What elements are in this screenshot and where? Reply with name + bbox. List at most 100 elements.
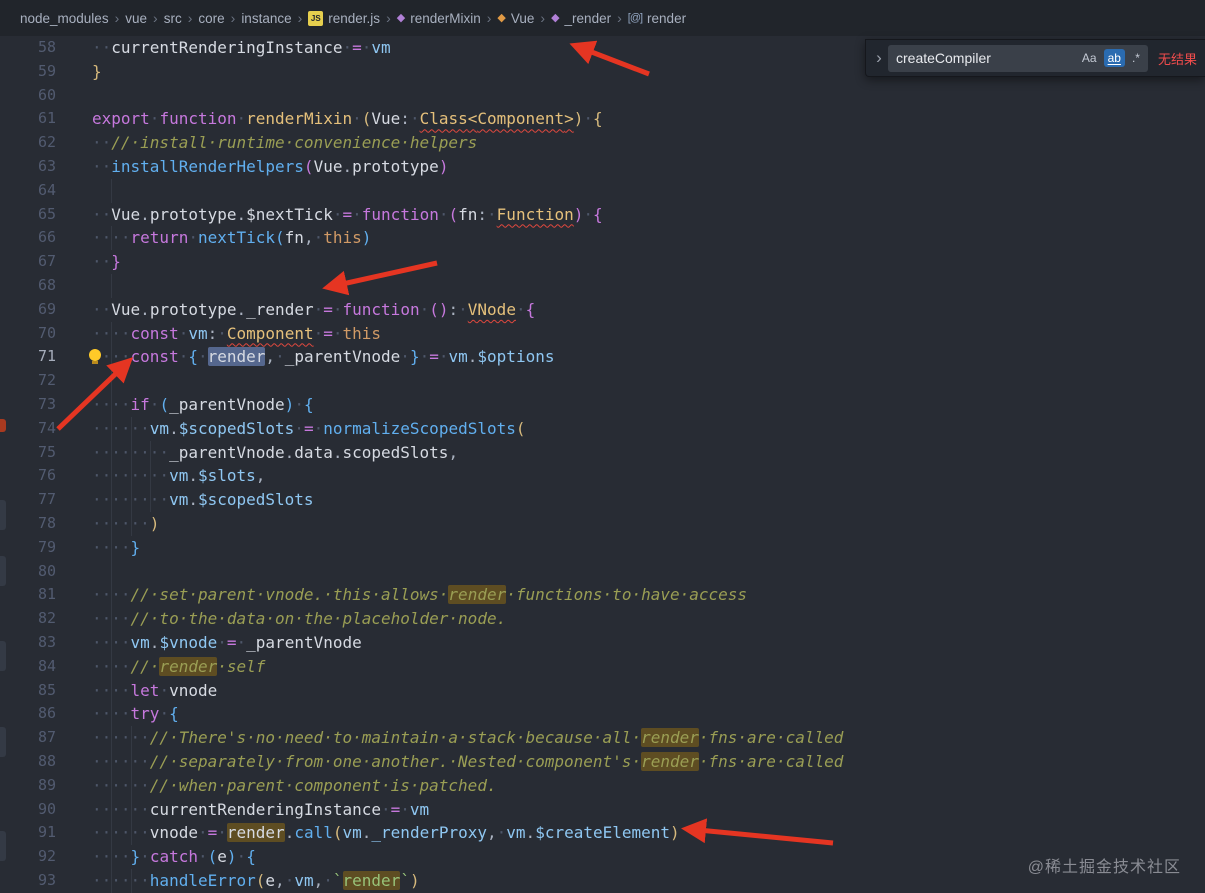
line-number: 91 [37,823,56,842]
line-number: 69 [37,299,56,318]
code-line-87[interactable]: 87 ······//·There's·no·need·to·maintain·a… [0,726,1205,750]
code-line-83[interactable]: 83 ····vm.$vnode·=·_parentVnode [0,630,1205,655]
breadcrumb-item-Vue[interactable]: ◆ Vue [497,11,534,26]
match-case-icon[interactable]: Aa [1078,49,1101,67]
line-number: 79 [37,537,56,556]
js-file-icon: JS [308,10,324,26]
breadcrumb-item-instance[interactable]: instance [241,11,291,26]
code-line-62[interactable]: 62 ··//·install·runtime·convenience·helpe… [0,131,1205,155]
code-line-68[interactable]: 68 [0,273,1205,298]
line-number: 88 [37,751,56,770]
breadcrumb-item-_render[interactable]: ◆ _render [551,11,611,26]
breadcrumb-item-render.js[interactable]: JS render.js [308,10,381,26]
breadcrumb-item-vue[interactable]: vue [125,11,147,26]
breadcrumb-separator: › [114,10,120,26]
code-line-64[interactable]: 64 [0,178,1205,203]
code-line-85[interactable]: 85 ····let·vnode [0,678,1205,703]
code-line-82[interactable]: 82 ····//·to·the·data·on·the·placeholder·… [0,607,1205,631]
line-number: 63 [37,156,56,175]
code-line-69[interactable]: 69 ··Vue.prototype._render·=·function·():… [0,298,1205,322]
code-line-67[interactable]: 67 ··} [0,250,1205,274]
symbol-field-icon: [@] [627,11,643,24]
code-line-73[interactable]: 73 ····if·(_parentVnode)·{ [0,392,1205,417]
line-number: 65 [37,204,56,223]
code-line-71[interactable]: 71 ····const·{·render,·_parentVnode·}·=·v… [0,345,1205,370]
breadcrumb-label: renderMixin [410,10,481,26]
line-number: 92 [37,847,56,866]
breadcrumb-label: vue [125,10,148,26]
breadcrumb-item-core[interactable]: core [198,11,224,26]
watermark: @稀土掘金技术社区 [1027,859,1181,876]
line-number: 71 [37,347,56,366]
find-input[interactable]: createCompiler Aa ab .* [888,44,1148,72]
toggle-replace-icon[interactable]: › [870,48,888,68]
find-widget[interactable]: › createCompiler Aa ab .* 无结果 [865,39,1205,77]
line-number: 61 [37,109,56,128]
breadcrumb-items: node_modules › vue › src › core › instance › JS ren… [20,10,686,26]
breadcrumb-label: instance [241,10,292,26]
code-lines: 58 ··currentRenderingInstance·=·vm 59} 60 61… [0,36,1205,893]
line-number: 64 [37,180,56,199]
breadcrumb-item-renderMixin[interactable]: ◆ renderMixin [397,11,481,26]
code-line-86[interactable]: 86 ····try·{ [0,702,1205,727]
breadcrumb-label: render [647,10,687,26]
code-line-63[interactable]: 63 ··installRenderHelpers(Vue.prototype) [0,155,1205,179]
regex-icon[interactable]: .* [1128,49,1144,67]
window-edge-mark [0,641,6,671]
breadcrumb-item-src[interactable]: src [164,11,182,26]
vscode-window: node_modules › vue › src › core › instance › JS ren… [0,0,1205,893]
breadcrumb: node_modules › vue › src › core › instance › JS ren… [0,0,1205,36]
line-number: 66 [37,228,56,247]
code-line-92[interactable]: 92 ····}·catch·(e)·{ [0,845,1205,869]
breadcrumb-label: render.js [328,10,381,26]
code-line-76[interactable]: 76 ········vm.$slots, [0,464,1205,489]
code-line-79[interactable]: 79 ····} [0,535,1205,560]
line-number: 78 [37,513,56,532]
code-line-80[interactable]: 80 [0,559,1205,584]
line-number: 77 [37,490,56,509]
breadcrumb-item-render[interactable]: [@] render [628,11,686,26]
breadcrumb-separator: › [230,10,236,26]
code-line-81[interactable]: 81 ····//·set·parent·vnode.·this·allows·r… [0,583,1205,608]
code-line-88[interactable]: 88 ······//·separately·from·one·another.·… [0,749,1205,774]
code-line-78[interactable]: 78 ······) [0,511,1205,536]
line-number: 73 [37,394,56,413]
window-edge-mark [0,727,6,757]
line-number: 60 [37,85,56,104]
code-line-91[interactable]: 91 ······vnode·=·render.call(vm._renderPr… [0,821,1205,846]
line-number: 81 [37,585,56,604]
line-number: 67 [37,252,56,271]
window-edge-mark [0,500,6,530]
window-edge-mark [0,556,6,586]
code-line-65[interactable]: 65 ··Vue.prototype.$nextTick·=·function·(… [0,203,1205,227]
code-line-72[interactable]: 72 [0,369,1205,393]
code-line-84[interactable]: 84 ····//·render·self [0,654,1205,679]
line-number: 83 [37,632,56,651]
line-number: 70 [37,323,56,342]
line-number: 68 [37,275,56,294]
code-line-90[interactable]: 90 ······currentRenderingInstance·=·vm [0,797,1205,822]
code-line-61[interactable]: 61 export·function·renderMixin·(Vue:·Clas… [0,107,1205,131]
lightbulb-icon[interactable] [89,349,101,365]
breadcrumb-separator: › [297,10,303,26]
code-line-93[interactable]: 93 ······handleError(e,·vm,·`render`) [0,868,1205,893]
breadcrumb-separator: › [486,10,492,26]
line-number: 87 [37,728,56,747]
code-line-75[interactable]: 75 ········_parentVnode.data.scopedSlots, [0,440,1205,465]
whole-word-icon[interactable]: ab [1103,49,1125,67]
code-line-66[interactable]: 66 ····return·nextTick(fn,·this) [0,226,1205,251]
code-line-60[interactable]: 60 [0,84,1205,108]
code-line-89[interactable]: 89 ······//·when·parent·component·is·patc… [0,773,1205,798]
window-edge-mark [0,831,6,861]
line-number: 75 [37,442,56,461]
line-number: 76 [37,466,56,485]
code-editor[interactable]: 58 ··currentRenderingInstance·=·vm 59} 60 61… [0,36,1205,893]
breadcrumb-item-node_modules[interactable]: node_modules [20,11,109,26]
code-line-70[interactable]: 70 ····const·vm:·Component·=·this [0,321,1205,346]
code-line-74[interactable]: 74 ······vm.$scopedSlots·=·normalizeScope… [0,416,1205,441]
line-number: 80 [37,561,56,580]
breadcrumb-separator: › [540,10,546,26]
breadcrumb-separator: › [153,10,158,26]
find-query-text[interactable]: createCompiler [896,50,1075,66]
code-line-77[interactable]: 77 ········vm.$scopedSlots [0,488,1205,512]
